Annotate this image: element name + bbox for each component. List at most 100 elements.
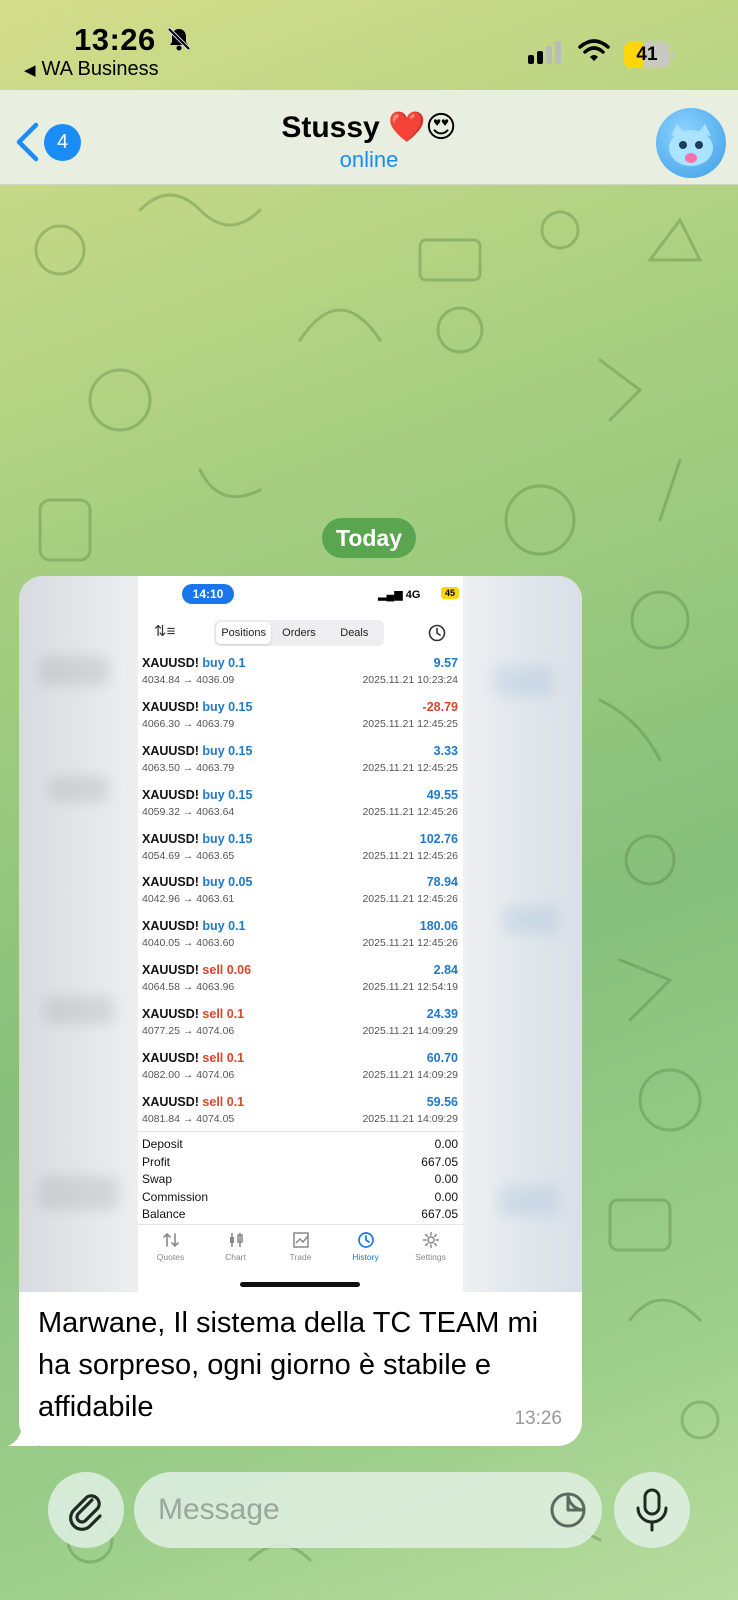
summary-value: 0.00 bbox=[434, 1172, 458, 1187]
trade-row: XAUUSD! buy 0.15 4059.32 → 4063.64 49.55 20… bbox=[138, 783, 463, 827]
trade-profit: 180.06 bbox=[419, 919, 458, 934]
trade-row: XAUUSD! sell 0.06 4064.58 → 4063.96 2.84 20… bbox=[138, 958, 463, 1002]
summary-label: Commission bbox=[142, 1189, 209, 1204]
trade-row: XAUUSD! sell 0.1 4081.84 → 4074.05 59.56 20… bbox=[138, 1090, 463, 1134]
app-tab-trade: Trade bbox=[268, 1225, 333, 1274]
chat-header: 4 Stussy ❤️😍 online bbox=[0, 90, 738, 185]
trade-symbol: XAUUSD! buy 0.15 bbox=[142, 831, 253, 846]
microphone-button[interactable] bbox=[614, 1472, 690, 1548]
trade-side-volume: buy 0.1 bbox=[202, 656, 246, 670]
status-time: 13:26 bbox=[74, 22, 156, 57]
summary-label: Balance bbox=[142, 1207, 186, 1222]
trade-datetime: 2025.11.21 12:45:25 bbox=[362, 761, 458, 774]
app-tab-label: Settings bbox=[415, 1252, 446, 1262]
trade-prices: 4040.05 → 4063.60 bbox=[142, 937, 235, 950]
quotes-arrows-icon bbox=[162, 1232, 179, 1248]
summary-value: 667.05 bbox=[421, 1154, 458, 1169]
app-tab-history: History bbox=[333, 1225, 398, 1274]
paperclip-icon bbox=[69, 1494, 102, 1531]
microphone-icon bbox=[636, 1488, 668, 1532]
trade-profit: -28.79 bbox=[422, 699, 458, 714]
trade-row: XAUUSD! buy 0.1 4040.05 → 4063.60 180.06 20… bbox=[138, 914, 463, 958]
trade-datetime: 2025.11.21 12:54:19 bbox=[362, 981, 458, 994]
trade-prices: 4054.69 → 4063.65 bbox=[142, 849, 235, 862]
trade-symbol: XAUUSD! buy 0.15 bbox=[142, 699, 253, 714]
gear-icon bbox=[422, 1231, 439, 1249]
tab-orders: Orders bbox=[282, 627, 316, 639]
app-tab-label: History bbox=[352, 1252, 379, 1262]
trade-datetime: 2025.11.21 12:45:26 bbox=[362, 805, 458, 818]
trading-app-screenshot: 14:10 ▂▄▆ 4G 45 ⇅≡ Positions Orders Deals … bbox=[138, 576, 463, 1292]
attach-button[interactable] bbox=[48, 1472, 124, 1548]
message-bubble[interactable]: 14:10 ▂▄▆ 4G 45 ⇅≡ Positions Orders Deals … bbox=[19, 576, 582, 1446]
signal-icon bbox=[528, 40, 561, 64]
avatar[interactable] bbox=[656, 108, 726, 178]
message-input-bar bbox=[0, 1460, 738, 1600]
presence-status: online bbox=[339, 147, 399, 172]
trade-side-volume: sell 0.1 bbox=[202, 1007, 245, 1022]
image-blurred-edge-left bbox=[19, 576, 138, 1292]
trade-side-volume: buy 0.15 bbox=[202, 831, 253, 846]
app-tab-label: Trade bbox=[289, 1252, 312, 1262]
account-summary: Deposit 0.00 Profit 667.05 Swap 0.00 Commissio… bbox=[138, 1131, 463, 1224]
trade-prices: 4063.50 → 4063.79 bbox=[142, 761, 235, 774]
status-bar: 13:26 ◀ WA Business 41 bbox=[0, 0, 738, 90]
app-toolbar: ⇅≡ Positions Orders Deals bbox=[138, 616, 463, 650]
trade-prices: 4059.32 → 4063.64 bbox=[142, 805, 235, 818]
app-status-bar: 14:10 ▂▄▆ 4G 45 bbox=[138, 576, 463, 610]
trade-datetime: 2025.11.21 10:23:24 bbox=[362, 674, 458, 686]
sticker-icon[interactable] bbox=[548, 1490, 588, 1530]
message-timestamp: 13:26 bbox=[514, 1408, 562, 1429]
image-blurred-edge-right bbox=[463, 576, 582, 1292]
trade-symbol: XAUUSD! buy 0.1 bbox=[142, 919, 246, 934]
app-battery: 45 bbox=[441, 587, 459, 599]
trade-datetime: 2025.11.21 14:09:29 bbox=[362, 1069, 458, 1082]
trade-row: XAUUSD! buy 0.15 4063.50 → 4063.79 3.33 202… bbox=[138, 739, 463, 783]
summary-label: Swap bbox=[142, 1172, 173, 1187]
message-field bbox=[134, 1472, 602, 1548]
trade-symbol: XAUUSD! buy 0.1 bbox=[142, 656, 246, 670]
trade-row: XAUUSD! buy 0.15 4066.30 → 4063.79 -28.79 2… bbox=[138, 695, 463, 739]
trade-symbol: XAUUSD! sell 0.06 bbox=[142, 963, 252, 978]
trade-symbol: XAUUSD! sell 0.1 bbox=[142, 1007, 245, 1022]
tab-positions: Positions bbox=[216, 622, 272, 644]
trade-row: XAUUSD! buy 0.1 4034.84 → 4036.09 9.57 2025… bbox=[138, 651, 463, 695]
trade-prices: 4066.30 → 4063.79 bbox=[142, 717, 235, 730]
trade-side-volume: sell 0.1 bbox=[202, 1094, 245, 1109]
home-indicator bbox=[240, 1282, 360, 1287]
app-tab-quotes: Quotes bbox=[138, 1225, 203, 1274]
summary-row-commission: Commission 0.00 bbox=[138, 1189, 463, 1207]
message-input[interactable] bbox=[158, 1490, 518, 1530]
trade-prices: 4081.84 → 4074.05 bbox=[142, 1112, 235, 1125]
app-tab-label: Chart bbox=[225, 1252, 246, 1262]
trade-profit: 49.55 bbox=[426, 787, 458, 802]
trade-datetime: 2025.11.21 12:45:25 bbox=[362, 717, 458, 730]
trade-row: XAUUSD! sell 0.1 4077.25 → 4074.06 24.39 20… bbox=[138, 1002, 463, 1046]
date-separator-chip: Today bbox=[322, 518, 416, 558]
trade-profit: 59.56 bbox=[426, 1094, 458, 1109]
trade-prices: 4034.84 → 4036.09 bbox=[142, 674, 235, 686]
trade-side-volume: sell 0.1 bbox=[202, 1051, 245, 1066]
trade-datetime: 2025.11.21 12:45:26 bbox=[362, 893, 458, 906]
summary-row-swap: Swap 0.00 bbox=[138, 1171, 463, 1189]
app-network: ▂▄▆ 4G bbox=[378, 589, 421, 601]
trade-symbol: XAUUSD! sell 0.1 bbox=[142, 1094, 245, 1109]
trade-line-chart-icon bbox=[292, 1232, 309, 1248]
chat-title[interactable]: Stussy ❤️😍 bbox=[0, 110, 738, 145]
candlestick-icon bbox=[229, 1233, 243, 1247]
trade-profit: 3.33 bbox=[433, 743, 458, 758]
message-text: Marwane, Il sistema della TC TEAM mi ha … bbox=[38, 1307, 539, 1423]
message-image[interactable]: 14:10 ▂▄▆ 4G 45 ⇅≡ Positions Orders Deals … bbox=[19, 576, 582, 1292]
trade-side-volume: sell 0.06 bbox=[202, 963, 252, 978]
summary-row-profit: Profit 667.05 bbox=[138, 1154, 463, 1172]
summary-value: 667.05 bbox=[421, 1207, 458, 1222]
trade-prices: 4064.58 → 4063.96 bbox=[142, 981, 235, 994]
back-to-app-link[interactable]: ◀ WA Business bbox=[24, 58, 159, 81]
summary-value: 0.00 bbox=[434, 1189, 458, 1204]
back-triangle-icon: ◀ bbox=[24, 61, 36, 79]
trade-symbol: XAUUSD! sell 0.1 bbox=[142, 1051, 245, 1066]
trade-row: XAUUSD! buy 0.05 4042.96 → 4063.61 78.94 20… bbox=[138, 870, 463, 914]
trade-row: XAUUSD! sell 0.1 4082.00 → 4074.06 60.70 20… bbox=[138, 1046, 463, 1090]
trade-profit: 102.76 bbox=[419, 831, 458, 846]
battery-icon: 41 bbox=[624, 42, 674, 68]
